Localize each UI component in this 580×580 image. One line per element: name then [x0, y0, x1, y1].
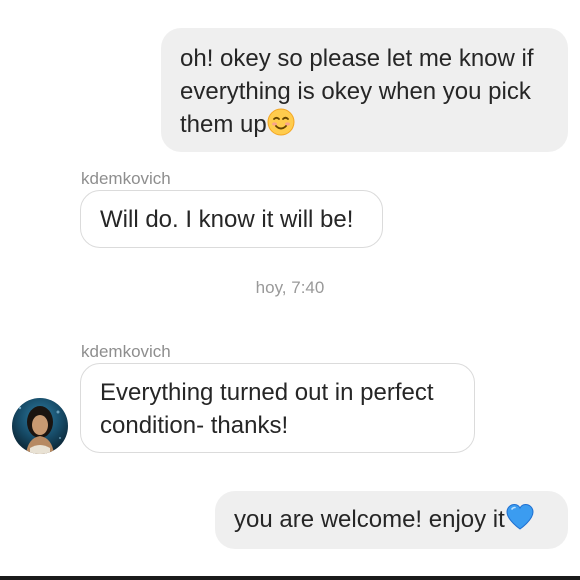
message-text: Will do. I know it will be!: [100, 206, 354, 233]
message-timestamp: hoy, 7:40: [255, 278, 325, 297]
bottom-divider: [0, 576, 580, 580]
blue-heart-icon: [505, 503, 535, 540]
incoming-message-bubble[interactable]: Will do. I know it will be!: [80, 190, 383, 248]
avatar[interactable]: [12, 398, 68, 454]
smiling-face-icon: [267, 108, 295, 145]
chat-thread: oh! okey so please let me know if everyt…: [0, 0, 580, 580]
outgoing-message-bubble[interactable]: oh! okey so please let me know if everyt…: [161, 28, 568, 152]
message-text: oh! okey so please let me know if everyt…: [180, 45, 534, 138]
sender-name: kdemkovich: [81, 169, 171, 188]
message-text: Everything turned out in perfect conditi…: [100, 379, 434, 439]
outgoing-message-bubble[interactable]: you are welcome! enjoy it: [215, 491, 568, 549]
avatar-photo: [12, 398, 68, 454]
sender-name: kdemkovich: [81, 342, 171, 361]
message-text: you are welcome! enjoy it: [234, 506, 505, 533]
incoming-message-bubble[interactable]: Everything turned out in perfect conditi…: [80, 363, 475, 453]
